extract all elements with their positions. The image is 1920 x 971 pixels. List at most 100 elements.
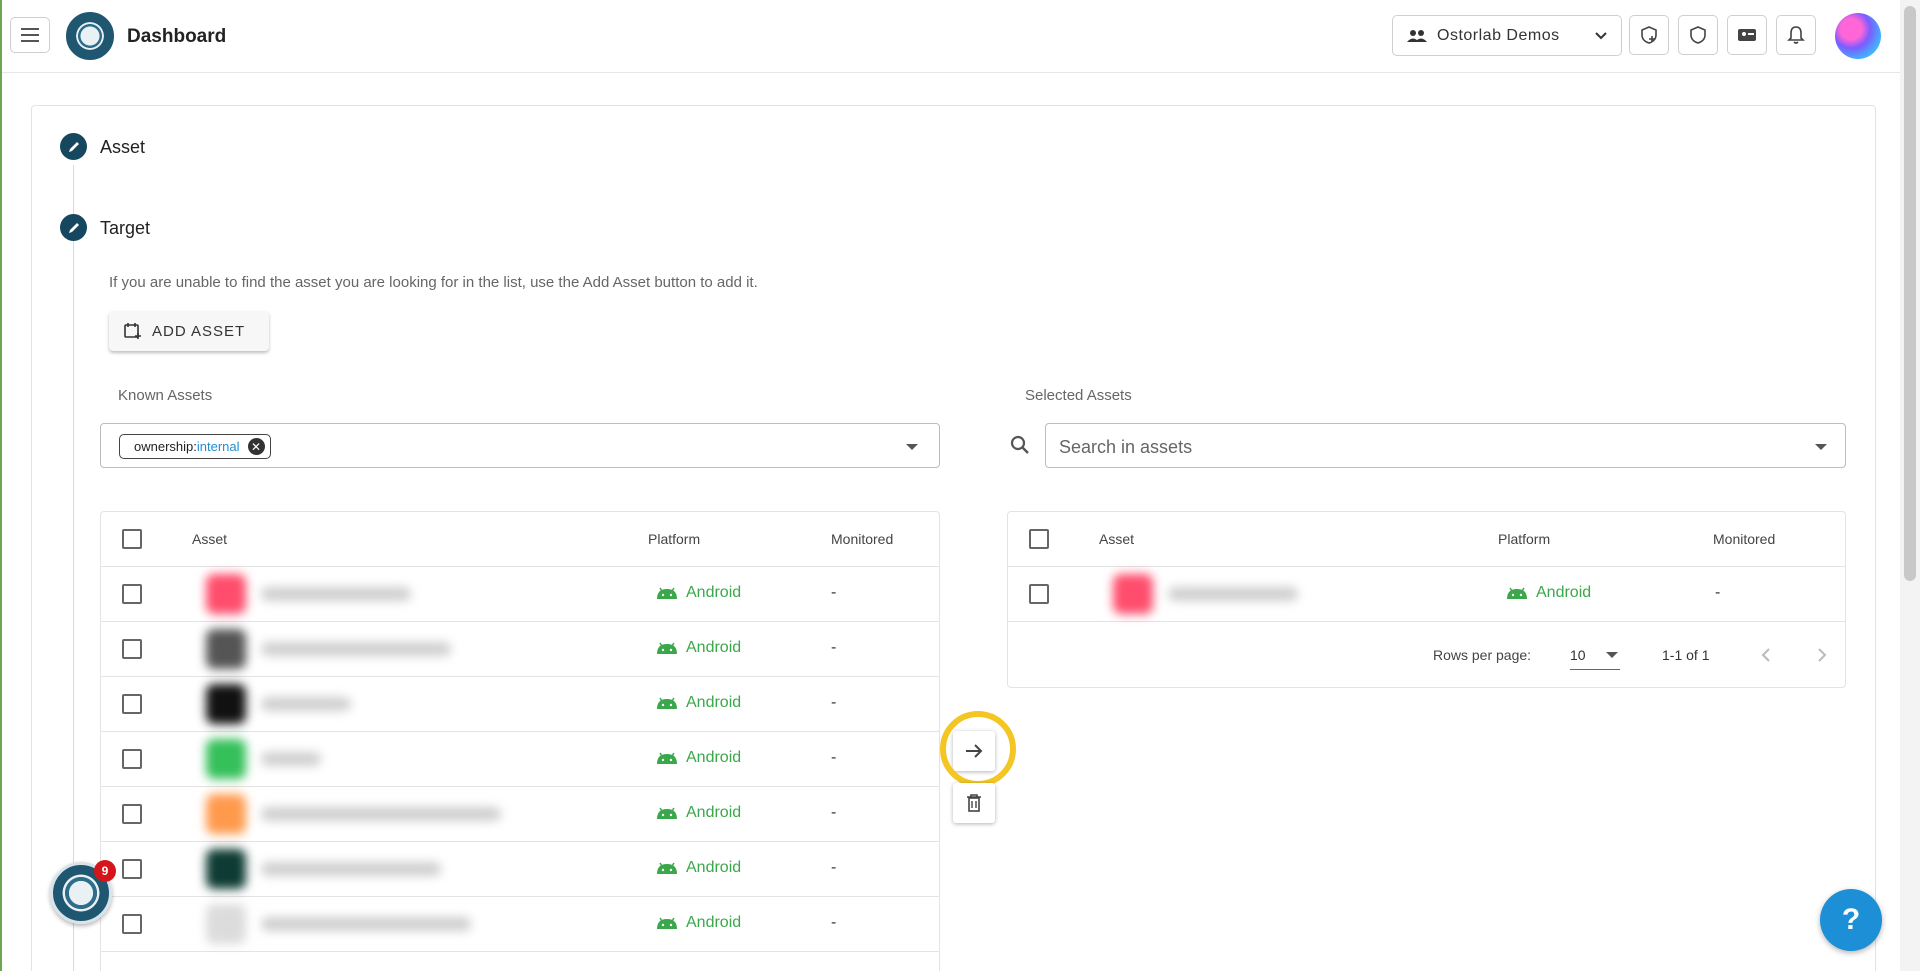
platform-cell: Android: [656, 639, 741, 657]
monitored-cell: -: [831, 859, 837, 876]
asset-name-redacted: [261, 587, 411, 601]
platform-label: Android: [686, 584, 742, 601]
ostorlab-logo[interactable]: [66, 12, 114, 60]
table-header: Asset Platform Monitored: [1008, 512, 1845, 567]
scrollbar-thumb[interactable]: [1904, 6, 1916, 581]
column-platform[interactable]: Platform: [1498, 531, 1550, 547]
android-icon: [657, 917, 677, 929]
asset-thumbnail: [206, 629, 246, 669]
organization-name: Ostorlab Demos: [1437, 26, 1560, 44]
window-edge: [0, 0, 2, 971]
monitored-cell: -: [831, 639, 837, 656]
table-row[interactable]: Android -: [101, 622, 939, 677]
table-row[interactable]: Android -: [101, 897, 939, 952]
table-row[interactable]: Android -: [101, 732, 939, 787]
column-asset[interactable]: Asset: [1099, 531, 1134, 547]
security-button[interactable]: [1678, 15, 1718, 55]
platform-label: Android: [1536, 584, 1592, 601]
table-row[interactable]: Android -: [101, 842, 939, 897]
target-info-text: If you are unable to find the asset you …: [109, 274, 758, 291]
known-assets-filter[interactable]: ownership:internal ✕: [100, 423, 940, 468]
asset-thumbnail: [206, 684, 246, 724]
chevron-left-icon[interactable]: [1760, 647, 1772, 663]
asset-name-redacted: [261, 862, 441, 876]
android-icon: [657, 587, 677, 599]
asset-name-redacted: [261, 697, 351, 711]
row-checkbox[interactable]: [1029, 584, 1049, 604]
table-row[interactable]: Android -: [101, 567, 939, 622]
row-checkbox[interactable]: [122, 914, 142, 934]
monitored-cell: -: [831, 584, 837, 601]
row-checkbox[interactable]: [122, 584, 142, 604]
pencil-icon: [68, 222, 79, 233]
platform-cell: Android: [656, 584, 741, 602]
page-scrollbar[interactable]: [1900, 0, 1920, 971]
search-input[interactable]: Search in assets: [1059, 437, 1192, 458]
chevron-right-icon[interactable]: [1816, 647, 1828, 663]
add-asset-button[interactable]: ADD ASSET: [109, 311, 269, 351]
asset-thumbnail: [1113, 574, 1153, 614]
column-monitored[interactable]: Monitored: [831, 531, 893, 547]
table-header: Asset Platform Monitored: [101, 512, 939, 567]
help-button[interactable]: ?: [1820, 889, 1882, 951]
chevron-down-icon: [1595, 31, 1607, 39]
people-icon: [1407, 29, 1427, 42]
add-asset-label: ADD ASSET: [152, 322, 246, 340]
organization-select[interactable]: Ostorlab Demos: [1392, 15, 1622, 56]
rows-per-page-select[interactable]: 10: [1570, 638, 1620, 670]
page-title: Dashboard: [127, 26, 227, 47]
row-checkbox[interactable]: [122, 749, 142, 769]
column-asset[interactable]: Asset: [192, 531, 227, 547]
step-target-edit[interactable]: [60, 214, 87, 241]
asset-thumbnail: [206, 794, 246, 834]
remove-button[interactable]: [953, 783, 995, 823]
platform-label: Android: [686, 694, 742, 711]
platform-cell: Android: [656, 749, 741, 767]
platform-label: Android: [686, 914, 742, 931]
monitored-cell: -: [1715, 584, 1721, 601]
row-checkbox[interactable]: [122, 859, 142, 879]
caret-down-icon[interactable]: [1815, 444, 1827, 450]
android-icon: [657, 807, 677, 819]
asset-name-redacted: [261, 642, 451, 656]
search-icon: [1010, 435, 1029, 454]
table-row[interactable]: Android -: [1008, 567, 1845, 622]
caret-down-icon[interactable]: [906, 444, 918, 450]
chip-text: ownership:internal: [134, 439, 240, 454]
asset-name-redacted: [261, 807, 501, 821]
monitored-cell: -: [831, 749, 837, 766]
select-all-checkbox[interactable]: [1029, 529, 1049, 549]
row-checkbox[interactable]: [122, 804, 142, 824]
new-scan-button[interactable]: [1629, 15, 1669, 55]
monitored-cell: -: [831, 804, 837, 821]
platform-label: Android: [686, 639, 742, 656]
step-asset-edit[interactable]: [60, 133, 87, 160]
column-monitored[interactable]: Monitored: [1713, 531, 1775, 547]
asset-thumbnail: [206, 574, 246, 614]
menu-icon: [21, 28, 39, 42]
close-icon[interactable]: ✕: [247, 438, 265, 455]
table-row[interactable]: Android -: [101, 787, 939, 842]
pencil-icon: [68, 141, 79, 152]
monitored-cell: -: [831, 914, 837, 931]
shield-icon: [1690, 26, 1706, 44]
tickets-button[interactable]: [1727, 15, 1767, 55]
menu-button[interactable]: [10, 17, 50, 53]
platform-label: Android: [686, 749, 742, 766]
step-asset-label[interactable]: Asset: [100, 137, 145, 158]
table-row[interactable]: Android -: [101, 677, 939, 732]
monitored-cell: -: [831, 694, 837, 711]
rows-per-page-value: 10: [1570, 647, 1586, 663]
filter-chip[interactable]: ownership:internal ✕: [119, 434, 271, 459]
column-platform[interactable]: Platform: [648, 531, 700, 547]
select-all-checkbox[interactable]: [122, 529, 142, 549]
row-checkbox[interactable]: [122, 694, 142, 714]
row-checkbox[interactable]: [122, 639, 142, 659]
asset-name-redacted: [1168, 587, 1298, 601]
notifications-button[interactable]: [1776, 15, 1816, 55]
click-highlight-ring: [940, 711, 1016, 787]
asset-name-redacted: [261, 917, 471, 931]
step-target-label[interactable]: Target: [100, 218, 150, 239]
selected-assets-search[interactable]: Search in assets: [1045, 423, 1846, 468]
user-avatar[interactable]: [1835, 13, 1881, 59]
